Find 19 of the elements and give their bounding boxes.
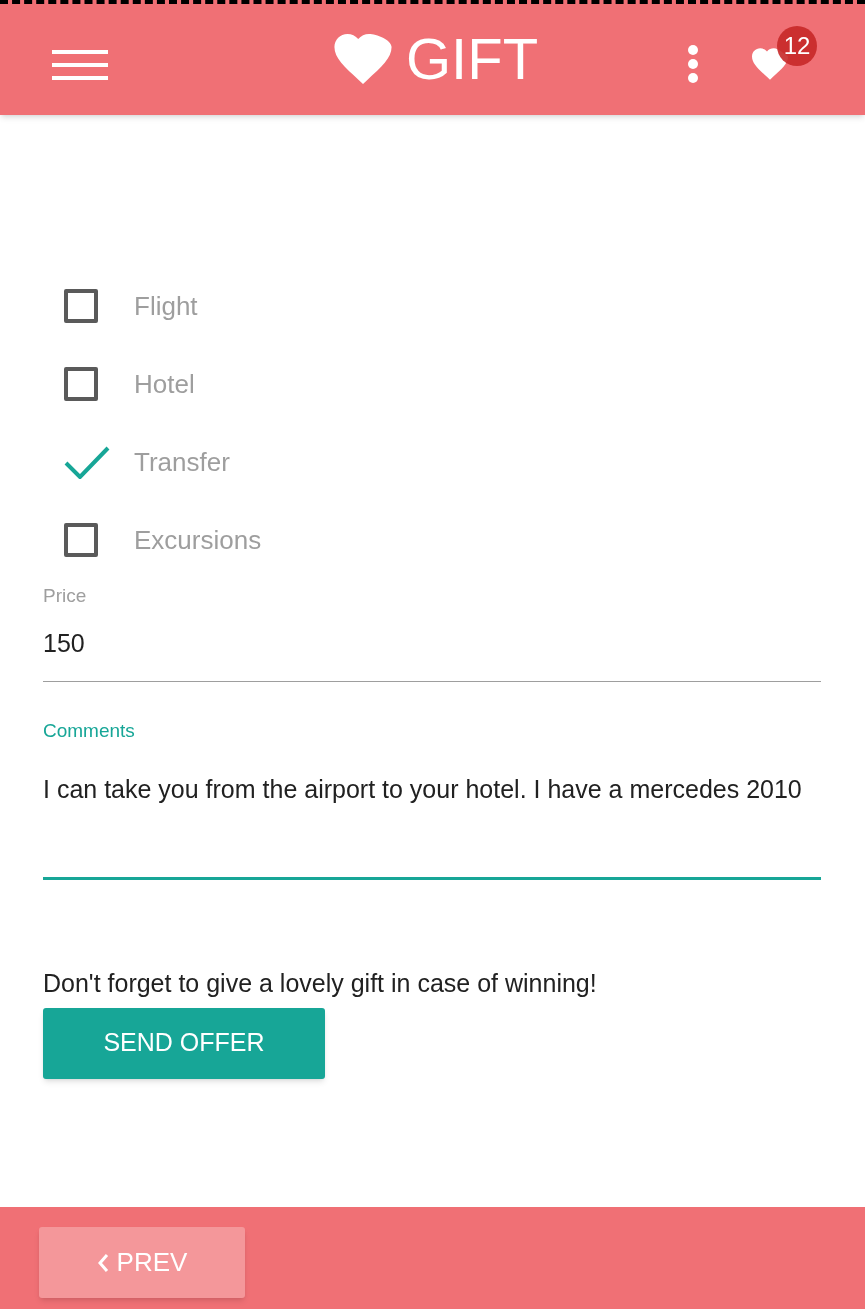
checkmark-icon[interactable] xyxy=(64,445,110,479)
heart-icon xyxy=(334,34,392,84)
comments-field[interactable]: I can take you from the airport to your hotel. I have a mercedes 2010 xyxy=(43,767,821,880)
checkbox[interactable] xyxy=(64,523,98,557)
option-label: Excursions xyxy=(134,523,262,557)
checkbox[interactable] xyxy=(64,367,98,401)
notification-badge: 12 xyxy=(777,26,817,66)
option-label: Hotel xyxy=(134,367,195,401)
chevron-left-icon xyxy=(96,1252,109,1273)
checkbox[interactable] xyxy=(64,289,98,323)
option-label: Flight xyxy=(134,289,198,323)
menu-icon[interactable] xyxy=(52,50,108,80)
app-title: GIFT xyxy=(406,30,539,88)
field-label: Comments xyxy=(43,719,136,742)
option-label: Transfer xyxy=(134,445,230,479)
field-label: Price xyxy=(43,585,88,607)
more-icon[interactable] xyxy=(687,45,699,83)
hint-text: Don't forget to give a lovely gift in case of winning! xyxy=(43,967,598,998)
price-field[interactable]: 150 xyxy=(43,625,821,682)
